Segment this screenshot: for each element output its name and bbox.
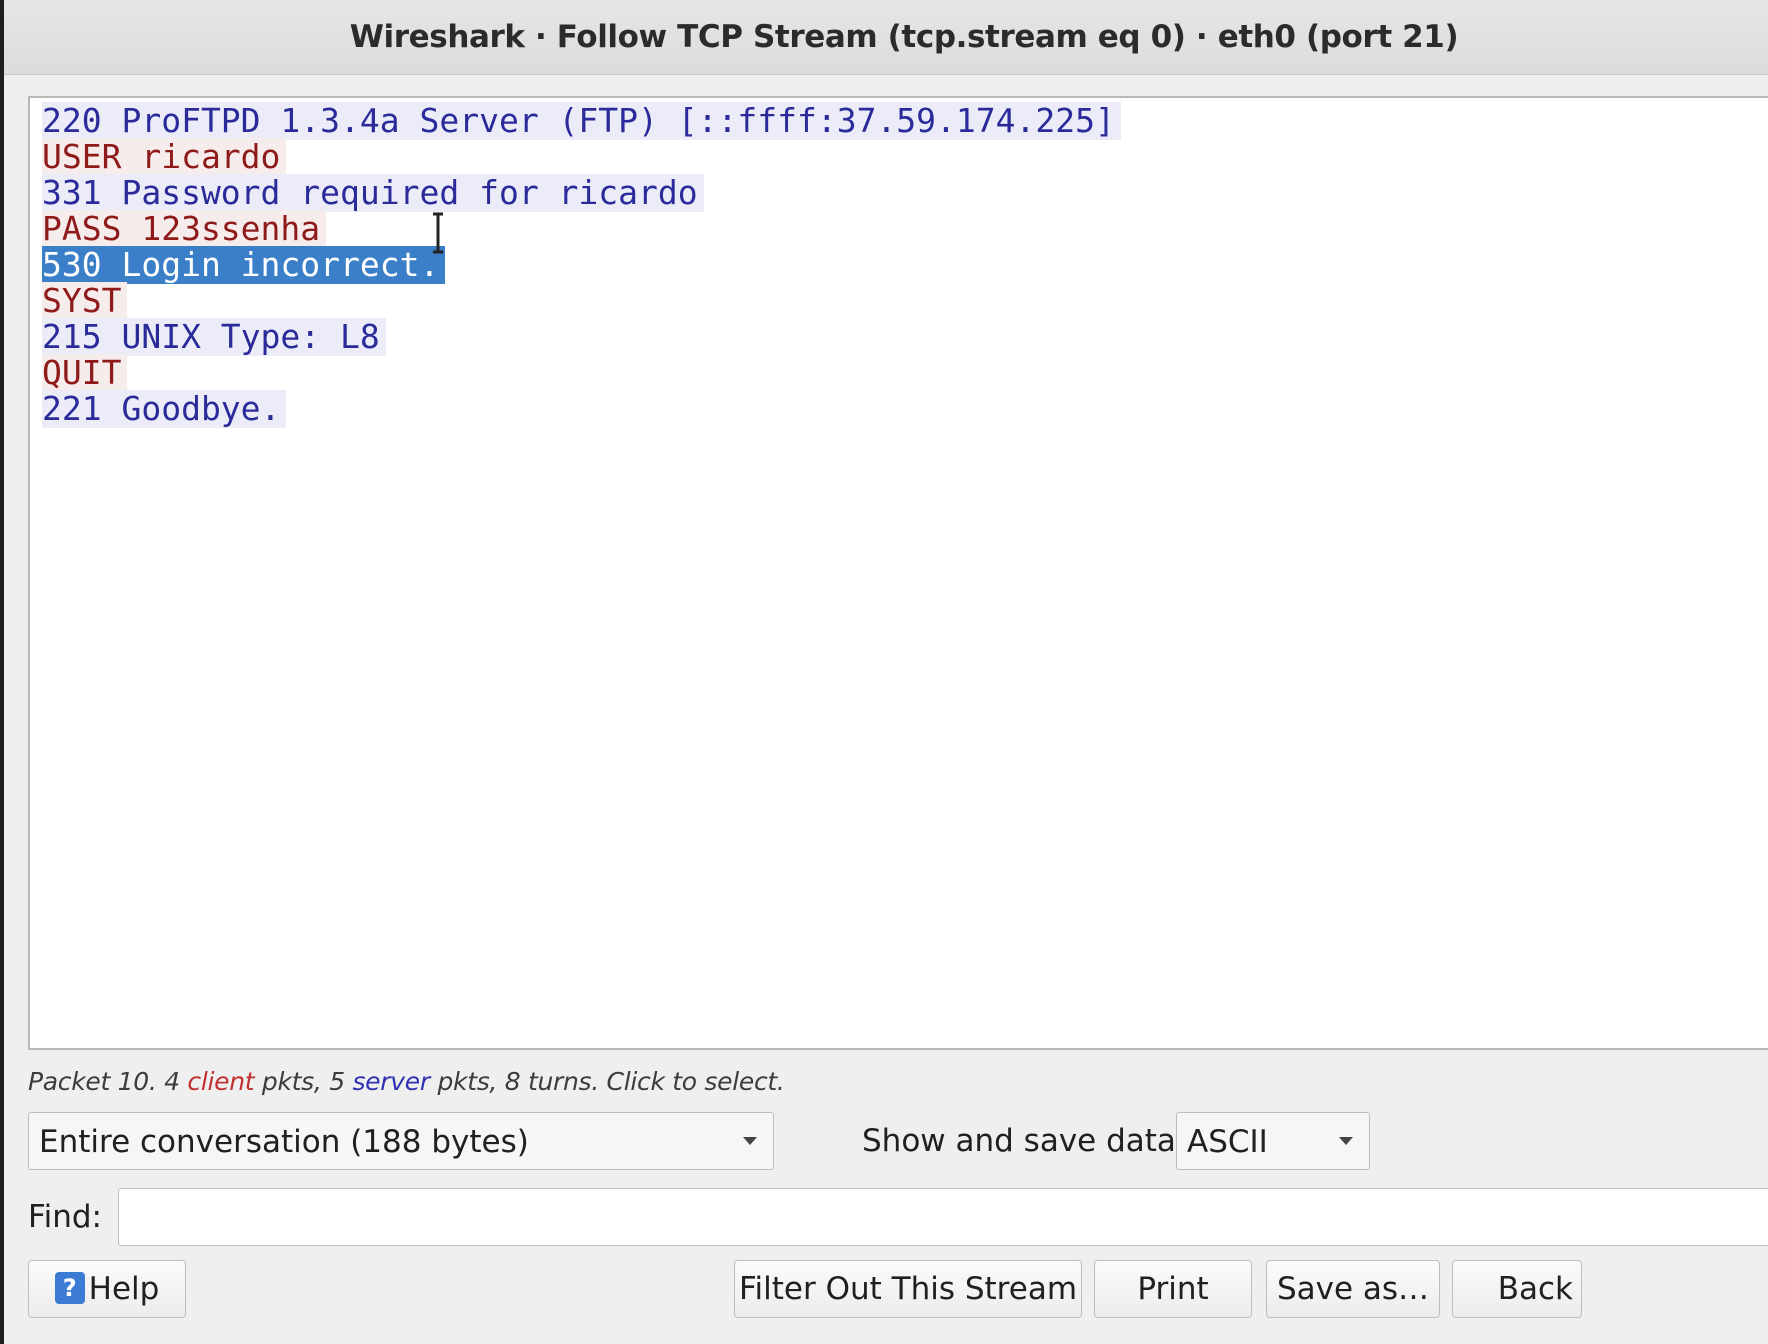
stream-line-client[interactable]: PASS 123ssenha	[42, 210, 327, 248]
status-text: pkts, 8 turns. Click to select.	[429, 1067, 785, 1096]
stream-line-selected[interactable]: 530 Login incorrect.	[42, 246, 446, 284]
follow-tcp-stream-dialog: Wireshark · Follow TCP Stream (tcp.strea…	[4, 0, 1768, 1344]
text-cursor-icon	[433, 212, 443, 254]
conversation-select-value: Entire conversation (188 bytes)	[39, 1124, 529, 1160]
chevron-down-icon	[743, 1137, 757, 1145]
status-server-word: server	[352, 1067, 430, 1096]
stream-line-client[interactable]: SYST	[42, 282, 128, 320]
stream-content-area[interactable]: 220 ProFTPD 1.3.4a Server (FTP) [::ffff:…	[28, 96, 1768, 1050]
print-button[interactable]: Print	[1094, 1260, 1252, 1318]
status-text: Packet 10. 4	[28, 1067, 188, 1096]
data-format-value: ASCII	[1187, 1124, 1268, 1160]
status-text: pkts, 5	[254, 1067, 353, 1096]
find-label: Find:	[28, 1199, 102, 1235]
find-input[interactable]	[118, 1188, 1768, 1246]
stream-line-client[interactable]: QUIT	[42, 354, 128, 392]
stream-line-server[interactable]: 220 ProFTPD 1.3.4a Server (FTP) [::ffff:…	[42, 102, 1121, 140]
data-format-select[interactable]: ASCII	[1176, 1112, 1370, 1170]
show-save-data-label: Show and save data as	[862, 1123, 1221, 1159]
stream-line-server[interactable]: 221 Goodbye.	[42, 390, 287, 428]
window-title: Wireshark · Follow TCP Stream (tcp.strea…	[349, 19, 1459, 55]
back-button[interactable]: Back	[1452, 1260, 1582, 1318]
filter-out-stream-button[interactable]: Filter Out This Stream	[734, 1260, 1082, 1318]
chevron-down-icon	[1339, 1137, 1353, 1145]
question-mark-icon: ?	[54, 1271, 85, 1304]
save-as-button[interactable]: Save as…	[1266, 1260, 1440, 1318]
help-button[interactable]: ? Help	[28, 1260, 186, 1318]
help-button-label: Help	[88, 1271, 160, 1307]
conversation-select[interactable]: Entire conversation (188 bytes)	[28, 1112, 774, 1170]
stream-line-server[interactable]: 331 Password required for ricardo	[42, 174, 704, 212]
title-bar[interactable]: Wireshark · Follow TCP Stream (tcp.strea…	[4, 0, 1768, 75]
stream-line-server[interactable]: 215 UNIX Type: L8	[42, 318, 386, 356]
stream-summary-status[interactable]: Packet 10. 4 client pkts, 5 server pkts,…	[28, 1064, 785, 1100]
stream-line-client[interactable]: USER ricardo	[42, 138, 287, 176]
status-client-word: client	[187, 1067, 255, 1096]
